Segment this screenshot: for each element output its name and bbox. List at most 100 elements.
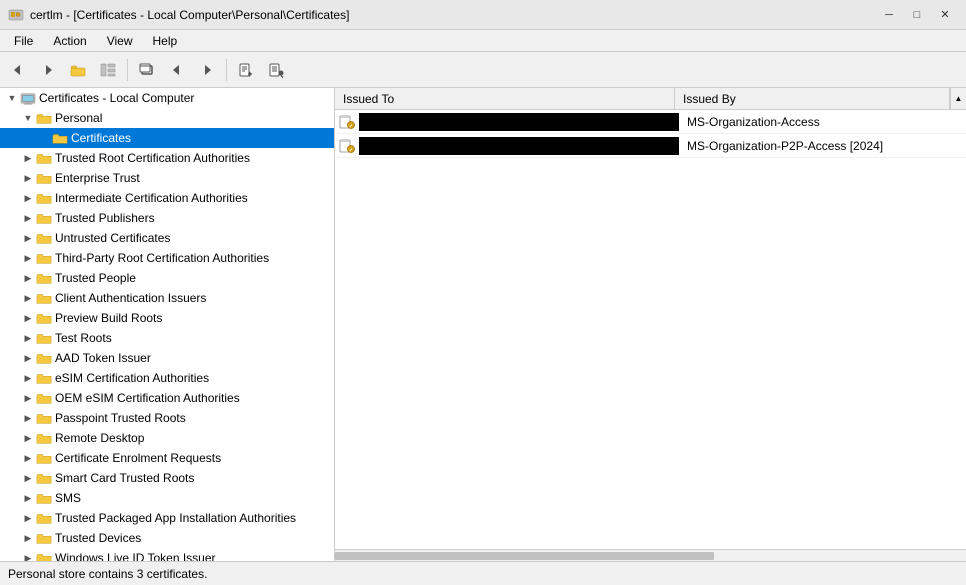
col-header-issued-to[interactable]: Issued To bbox=[335, 88, 675, 109]
expand-personal[interactable]: ▼ bbox=[20, 110, 36, 126]
back-button[interactable] bbox=[4, 56, 32, 84]
back2-button[interactable] bbox=[163, 56, 191, 84]
list-row[interactable]: ✓ ██████████████████████████████████████… bbox=[335, 134, 966, 158]
right-panel: Issued To Issued By ▲ ✓ ████████████████… bbox=[335, 88, 966, 561]
menu-help[interactable]: Help bbox=[143, 32, 188, 50]
new-window-button[interactable] bbox=[133, 56, 161, 84]
folder-aad-token-icon bbox=[36, 351, 52, 365]
folder-untrusted-icon bbox=[36, 231, 52, 245]
properties-icon bbox=[268, 62, 284, 78]
tree-personal-label: Personal bbox=[55, 109, 102, 127]
close-button[interactable]: ✕ bbox=[932, 5, 958, 25]
expand-preview-build[interactable]: ▶ bbox=[20, 310, 36, 326]
tree-trusted-devices[interactable]: ▶ Trusted Devices bbox=[0, 528, 334, 548]
expand-packaged-app[interactable]: ▶ bbox=[20, 510, 36, 526]
tree-smart-card-label: Smart Card Trusted Roots bbox=[55, 469, 194, 487]
scrollbar-thumb[interactable] bbox=[335, 552, 714, 560]
tree-packaged-app[interactable]: ▶ Trusted Packaged App Installation Auth… bbox=[0, 508, 334, 528]
scroll-up-button[interactable]: ▲ bbox=[950, 88, 966, 109]
list-row[interactable]: ✓ ██████████████████████████████████████… bbox=[335, 110, 966, 134]
up-button[interactable] bbox=[64, 56, 92, 84]
expand-remote-desktop[interactable]: ▶ bbox=[20, 430, 36, 446]
list-body[interactable]: ✓ ██████████████████████████████████████… bbox=[335, 110, 966, 549]
expand-test-roots[interactable]: ▶ bbox=[20, 330, 36, 346]
folder-remote-desktop-icon bbox=[36, 431, 52, 445]
forward2-button[interactable] bbox=[193, 56, 221, 84]
tree-windows-live-id[interactable]: ▶ Windows Live ID Token Issuer bbox=[0, 548, 334, 561]
tree-test-roots[interactable]: ▶ Test Roots bbox=[0, 328, 334, 348]
expand-intermediate[interactable]: ▶ bbox=[20, 190, 36, 206]
maximize-button[interactable]: □ bbox=[904, 5, 930, 25]
expand-certificates[interactable] bbox=[36, 130, 52, 146]
expand-sms[interactable]: ▶ bbox=[20, 490, 36, 506]
tree-trusted-publishers[interactable]: ▶ Trusted Publishers bbox=[0, 208, 334, 228]
properties-button[interactable] bbox=[262, 56, 290, 84]
tree-smart-card[interactable]: ▶ Smart Card Trusted Roots bbox=[0, 468, 334, 488]
tree-root[interactable]: ▼ Certificates - Local Computer bbox=[0, 88, 334, 108]
title-bar: certlm - [Certificates - Local Computer\… bbox=[0, 0, 966, 30]
tree-client-auth-label: Client Authentication Issuers bbox=[55, 289, 206, 307]
expand-client-auth[interactable]: ▶ bbox=[20, 290, 36, 306]
tree-preview-build-label: Preview Build Roots bbox=[55, 309, 162, 327]
expand-trusted-devices[interactable]: ▶ bbox=[20, 530, 36, 546]
computer-icon bbox=[20, 91, 36, 105]
tree-cert-enrolment[interactable]: ▶ Certificate Enrolment Requests bbox=[0, 448, 334, 468]
minimize-button[interactable]: ─ bbox=[876, 5, 902, 25]
expand-passpoint[interactable]: ▶ bbox=[20, 410, 36, 426]
tree-panel[interactable]: ▼ Certificates - Local Computer ▼ Pe bbox=[0, 88, 335, 561]
export-icon bbox=[238, 62, 254, 78]
tree-esim[interactable]: ▶ eSIM Certification Authorities bbox=[0, 368, 334, 388]
menu-view[interactable]: View bbox=[97, 32, 143, 50]
horizontal-scrollbar[interactable] bbox=[335, 549, 966, 561]
tree-untrusted[interactable]: ▶ Untrusted Certificates bbox=[0, 228, 334, 248]
folder-preview-build-icon bbox=[36, 311, 52, 325]
show-hide-tree-button[interactable] bbox=[94, 56, 122, 84]
tree-esim-label: eSIM Certification Authorities bbox=[55, 369, 209, 387]
tree-passpoint[interactable]: ▶ Passpoint Trusted Roots bbox=[0, 408, 334, 428]
status-bar: Personal store contains 3 certificates. bbox=[0, 561, 966, 585]
menu-file[interactable]: File bbox=[4, 32, 43, 50]
folder-enterprise-icon bbox=[36, 171, 52, 185]
tree-trusted-root[interactable]: ▶ Trusted Root Certification Authorities bbox=[0, 148, 334, 168]
list-cell-issued-to-1: ██████████████████████████████████████ bbox=[359, 113, 679, 131]
tree-trusted-people[interactable]: ▶ Trusted People bbox=[0, 268, 334, 288]
forward-button[interactable] bbox=[34, 56, 62, 84]
expand-third-party[interactable]: ▶ bbox=[20, 250, 36, 266]
tree-trusted-people-label: Trusted People bbox=[55, 269, 136, 287]
tree-personal[interactable]: ▼ Personal bbox=[0, 108, 334, 128]
status-text: Personal store contains 3 certificates. bbox=[8, 567, 207, 581]
expand-aad-token[interactable]: ▶ bbox=[20, 350, 36, 366]
tree-intermediate-label: Intermediate Certification Authorities bbox=[55, 189, 248, 207]
toolbar-separator-1 bbox=[127, 59, 128, 81]
expand-trusted-root[interactable]: ▶ bbox=[20, 150, 36, 166]
tree-enterprise-trust[interactable]: ▶ Enterprise Trust bbox=[0, 168, 334, 188]
expand-smart-card[interactable]: ▶ bbox=[20, 470, 36, 486]
scrollbar-track[interactable] bbox=[335, 550, 966, 562]
expand-windows-live-id[interactable]: ▶ bbox=[20, 550, 36, 561]
expand-esim[interactable]: ▶ bbox=[20, 370, 36, 386]
expand-cert-enrolment[interactable]: ▶ bbox=[20, 450, 36, 466]
svg-text:✓: ✓ bbox=[349, 147, 353, 153]
menu-action[interactable]: Action bbox=[43, 32, 96, 50]
expand-trusted-publishers[interactable]: ▶ bbox=[20, 210, 36, 226]
expand-root[interactable]: ▼ bbox=[4, 90, 20, 106]
tree-aad-token[interactable]: ▶ AAD Token Issuer bbox=[0, 348, 334, 368]
cert-icon-2: ✓ bbox=[335, 138, 359, 154]
export-button[interactable] bbox=[232, 56, 260, 84]
tree-third-party[interactable]: ▶ Third-Party Root Certification Authori… bbox=[0, 248, 334, 268]
col-header-issued-by[interactable]: Issued By bbox=[675, 88, 950, 109]
tree-passpoint-label: Passpoint Trusted Roots bbox=[55, 409, 186, 427]
expand-oem-esim[interactable]: ▶ bbox=[20, 390, 36, 406]
tree-oem-esim[interactable]: ▶ OEM eSIM Certification Authorities bbox=[0, 388, 334, 408]
tree-sms[interactable]: ▶ SMS bbox=[0, 488, 334, 508]
tree-client-auth[interactable]: ▶ Client Authentication Issuers bbox=[0, 288, 334, 308]
tree-intermediate[interactable]: ▶ Intermediate Certification Authorities bbox=[0, 188, 334, 208]
list-cell-issued-by-1: MS-Organization-Access bbox=[679, 113, 966, 131]
tree-remote-desktop[interactable]: ▶ Remote Desktop bbox=[0, 428, 334, 448]
expand-trusted-people[interactable]: ▶ bbox=[20, 270, 36, 286]
tree-certificates[interactable]: Certificates bbox=[0, 128, 334, 148]
tree-cert-enrolment-label: Certificate Enrolment Requests bbox=[55, 449, 221, 467]
expand-untrusted[interactable]: ▶ bbox=[20, 230, 36, 246]
expand-enterprise[interactable]: ▶ bbox=[20, 170, 36, 186]
tree-preview-build[interactable]: ▶ Preview Build Roots bbox=[0, 308, 334, 328]
